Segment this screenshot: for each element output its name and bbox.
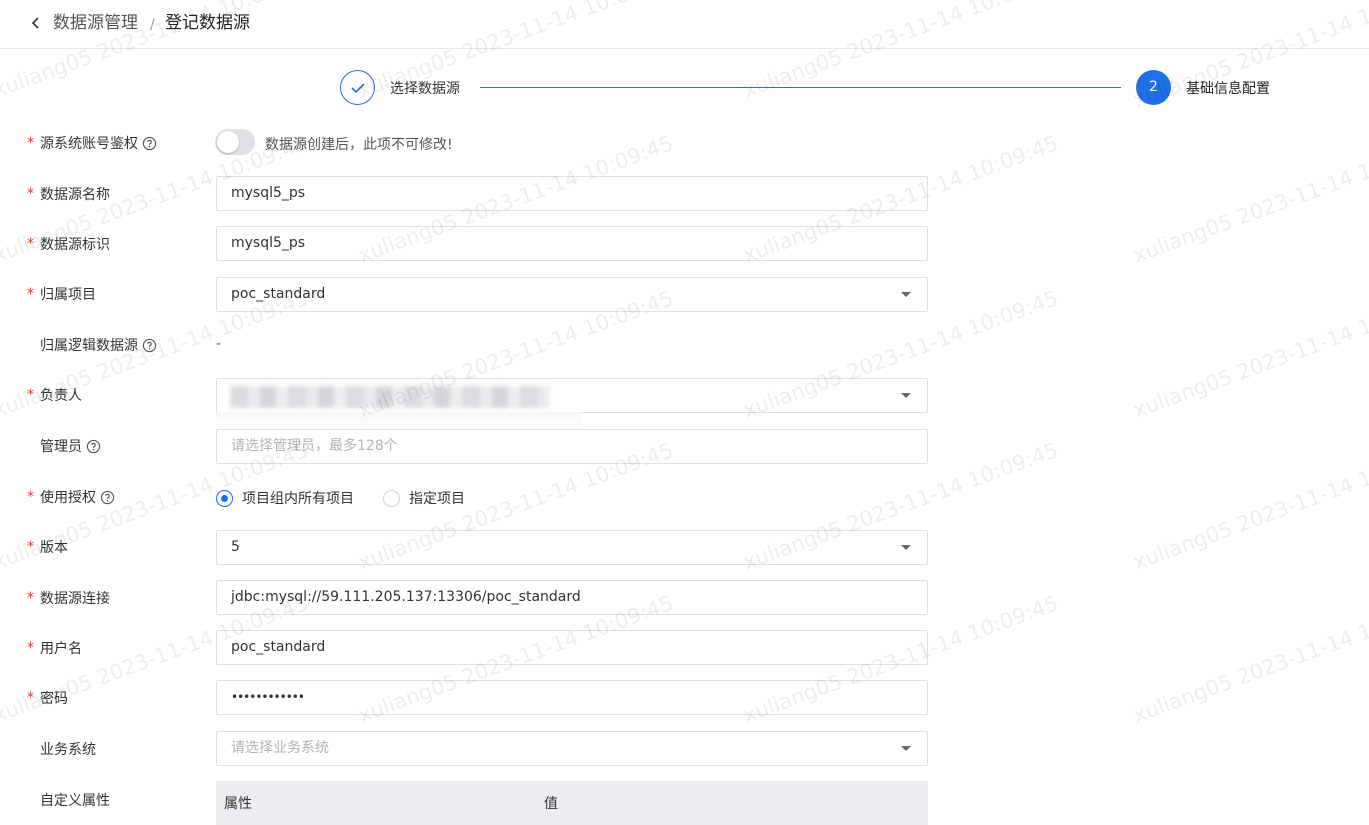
custom-attrs-table: 属性 值 — [216, 781, 928, 825]
password-input[interactable]: •••••••••••• — [216, 680, 928, 715]
radio-all-projects[interactable]: 项目组内所有项目 — [216, 488, 354, 508]
step-2-number: 2 — [1136, 70, 1171, 105]
identifier-label: 数据源标识 — [40, 234, 110, 254]
watermark: xuliang05 2023-11-14 10:09:45 — [1130, 130, 1369, 268]
radio-dot-unchecked — [383, 489, 400, 507]
logical-label: 归属逻辑数据源 — [40, 335, 157, 355]
admin-label: 管理员 — [40, 436, 101, 456]
project-label-text: 归属项目 — [40, 287, 96, 303]
auth-label-text: 源系统账号鉴权 — [40, 136, 138, 152]
radio-specific-project[interactable]: 指定项目 — [383, 488, 465, 508]
column-header-value: 值 — [544, 796, 558, 812]
help-icon[interactable] — [86, 439, 101, 454]
auth-toggle[interactable] — [215, 129, 255, 155]
required-mark: * — [27, 236, 34, 252]
biz-system-select[interactable]: 请选择业务系统 — [216, 731, 928, 766]
help-icon[interactable] — [100, 490, 115, 505]
blur-artifact — [216, 412, 582, 430]
step-1-label: 选择数据源 — [390, 81, 460, 97]
radio-all-projects-label: 项目组内所有项目 — [242, 491, 354, 507]
back-arrow-icon[interactable] — [26, 13, 46, 33]
step-connector — [480, 87, 1121, 88]
page-title: 登记数据源 — [165, 13, 250, 33]
biz-system-label-text: 业务系统 — [40, 742, 96, 758]
chevron-down-icon — [901, 393, 911, 398]
connection-label-text: 数据源连接 — [40, 591, 110, 607]
page-header: 数据源管理 / 登记数据源 — [0, 0, 1369, 49]
radio-specific-project-label: 指定项目 — [409, 491, 465, 507]
username-input[interactable]: poc_standard — [216, 630, 928, 665]
identifier-label-text: 数据源标识 — [40, 237, 110, 253]
identifier-input[interactable]: mysql5_ps — [216, 226, 928, 261]
admin-label-text: 管理员 — [40, 439, 82, 455]
username-label-text: 用户名 — [40, 641, 82, 657]
required-mark: * — [27, 135, 34, 151]
help-icon[interactable] — [142, 136, 157, 151]
watermark: xuliang05 2023-11-14 10:09:45 — [1130, 590, 1369, 728]
owner-label: 负责人 — [40, 385, 82, 405]
name-input[interactable]: mysql5_ps — [216, 176, 928, 211]
owner-value-blurred — [230, 386, 550, 408]
chevron-down-icon — [901, 545, 911, 550]
version-select[interactable]: 5 — [216, 530, 928, 565]
connection-input[interactable]: jdbc:mysql://59.111.205.137:13306/poc_st… — [216, 580, 928, 615]
password-label: 密码 — [40, 688, 68, 708]
required-mark: * — [27, 387, 34, 403]
version-label: 版本 — [40, 537, 68, 557]
project-select[interactable]: poc_standard — [216, 277, 928, 312]
custom-attrs-label: 自定义属性 — [40, 790, 110, 810]
required-mark: * — [27, 640, 34, 656]
auth-label: 源系统账号鉴权 — [40, 133, 157, 153]
name-label-text: 数据源名称 — [40, 187, 110, 203]
biz-system-placeholder: 请选择业务系统 — [231, 740, 329, 756]
project-value: poc_standard — [231, 286, 326, 302]
watermark: xuliang05 2023-11-14 10:09:45 — [1130, 285, 1369, 423]
required-mark: * — [27, 590, 34, 606]
watermark: xuliang05 2023-11-14 10:09:45 — [1130, 437, 1369, 575]
biz-system-label: 业务系统 — [40, 739, 96, 759]
version-value: 5 — [231, 539, 240, 555]
toggle-knob — [217, 131, 239, 153]
radio-dot-checked — [216, 489, 233, 507]
breadcrumb-parent[interactable]: 数据源管理 — [53, 12, 138, 34]
required-mark: * — [27, 690, 34, 706]
breadcrumb-separator: / — [150, 17, 155, 33]
custom-attrs-label-text: 自定义属性 — [40, 793, 110, 809]
step-1-done — [340, 70, 375, 105]
chevron-down-icon — [901, 292, 911, 297]
password-label-text: 密码 — [40, 691, 68, 707]
check-icon — [351, 83, 365, 94]
required-mark: * — [27, 539, 34, 555]
column-header-attribute: 属性 — [224, 796, 252, 812]
usage-label-text: 使用授权 — [40, 490, 96, 506]
required-mark: * — [27, 489, 34, 505]
name-label: 数据源名称 — [40, 184, 110, 204]
owner-label-text: 负责人 — [40, 388, 82, 404]
step-2-label: 基础信息配置 — [1186, 81, 1270, 97]
logical-value: - — [216, 336, 222, 352]
connection-label: 数据源连接 — [40, 588, 110, 608]
logical-label-text: 归属逻辑数据源 — [40, 338, 138, 354]
required-mark: * — [27, 286, 34, 302]
usage-label: 使用授权 — [40, 487, 115, 507]
username-label: 用户名 — [40, 638, 82, 658]
auth-note: 数据源创建后，此项不可修改! — [265, 137, 453, 153]
required-mark: * — [27, 186, 34, 202]
version-label-text: 版本 — [40, 540, 68, 556]
project-label: 归属项目 — [40, 284, 96, 304]
help-icon[interactable] — [142, 338, 157, 353]
admin-select[interactable]: 请选择管理员，最多128个 — [216, 429, 928, 464]
chevron-down-icon — [901, 746, 911, 751]
